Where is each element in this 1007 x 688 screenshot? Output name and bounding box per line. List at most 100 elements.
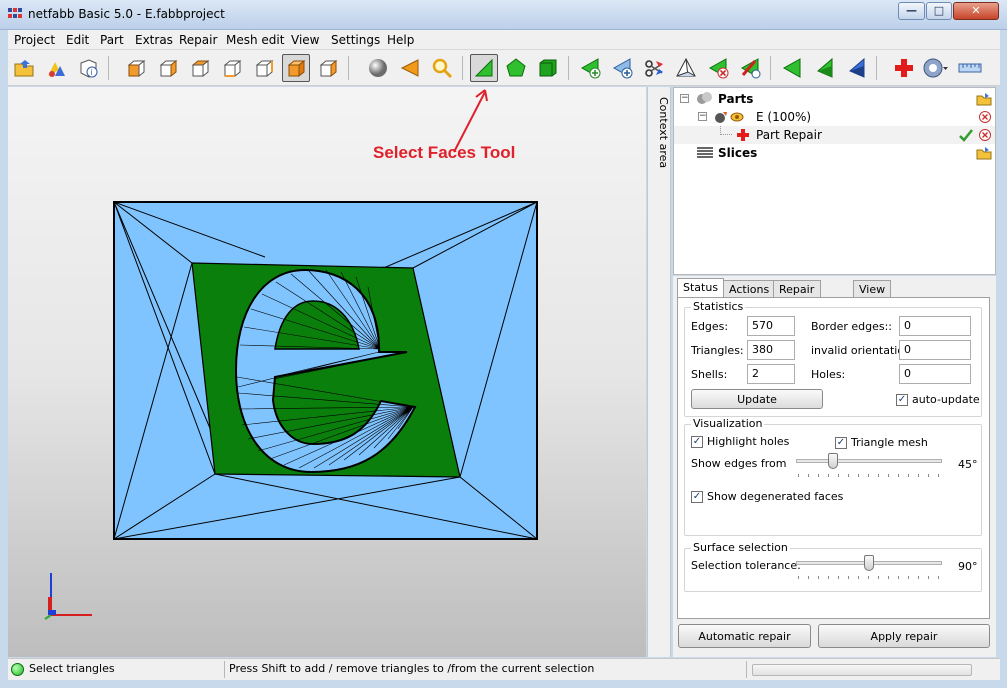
show-edges-slider-thumb[interactable] <box>827 453 838 469</box>
tree-item-slices[interactable]: Slices <box>674 144 995 162</box>
automatic-repair-button[interactable]: Automatic repair <box>678 624 811 648</box>
netfabb-logo-icon <box>8 8 22 20</box>
repair-cross-small-icon <box>737 129 749 141</box>
auto-update-checkbox[interactable]: ✓ <box>896 394 908 406</box>
select-shells-icon[interactable] <box>502 54 530 82</box>
menu-view[interactable]: View <box>287 32 323 48</box>
view-left-icon[interactable] <box>186 54 214 82</box>
view-back-icon[interactable] <box>154 54 182 82</box>
remove-part-icon[interactable] <box>978 110 992 124</box>
tab-view[interactable]: View <box>853 280 892 298</box>
auto-update-label: auto-update <box>912 393 980 406</box>
triangle-mesh-checkbox[interactable]: ✓ <box>835 437 847 449</box>
folder-open-icon[interactable] <box>976 146 992 160</box>
tree-item-part-repair[interactable]: Part Repair <box>674 126 995 144</box>
add-part-icon[interactable] <box>42 54 70 82</box>
minimize-button[interactable]: — <box>898 2 925 20</box>
tree-item-part-e[interactable]: − E (100%) <box>674 108 995 126</box>
remove-repair-icon[interactable] <box>978 128 992 142</box>
status-ok-icon <box>11 663 24 676</box>
tab-status[interactable]: Status <box>677 278 725 299</box>
update-button[interactable]: Update <box>691 389 823 409</box>
context-area-strip[interactable]: Context area <box>647 87 671 657</box>
open-icon[interactable] <box>10 54 38 82</box>
shells-field: 2 <box>747 364 795 384</box>
show-edges-slider-track[interactable] <box>796 459 942 463</box>
minimize-icon: — <box>906 4 917 17</box>
select-triangle-icon[interactable] <box>396 54 424 82</box>
menu-mesh-edit[interactable]: Mesh edit <box>222 32 288 48</box>
holes-label: Holes: <box>811 368 846 381</box>
move-right-icon[interactable] <box>842 54 870 82</box>
invalid-orientation-field: 0 <box>899 340 971 360</box>
slices-icon <box>697 147 713 158</box>
view-bottom-icon[interactable] <box>282 54 310 82</box>
maximize-button[interactable]: □ <box>926 2 952 20</box>
mesh-view[interactable] <box>8 87 646 657</box>
folder-open-icon[interactable] <box>976 92 992 106</box>
ruler-icon[interactable] <box>956 54 984 82</box>
repair-side-panel: Status Actions Repair scripts View Stati… <box>673 276 996 657</box>
view-right-icon[interactable] <box>218 54 246 82</box>
add-triangle-2-icon[interactable] <box>608 54 636 82</box>
checkmark-icon[interactable] <box>958 128 974 142</box>
menu-repair[interactable]: Repair <box>175 32 221 48</box>
collapse-icon[interactable]: − <box>698 112 707 121</box>
status-bar: Select triangles Press Shift to add / re… <box>8 658 1000 680</box>
select-faces-annotation: Select Faces Tool <box>373 143 516 162</box>
selection-tolerance-value: 90° <box>958 560 978 573</box>
holes-field: 0 <box>899 364 971 384</box>
tab-repair-scripts[interactable]: Repair scripts <box>773 280 822 309</box>
add-triangle-icon[interactable] <box>576 54 604 82</box>
selection-tolerance-thumb[interactable] <box>864 555 874 571</box>
menu-help[interactable]: Help <box>383 32 418 48</box>
view-front-icon[interactable] <box>122 54 150 82</box>
gear-menu-icon[interactable] <box>922 54 950 82</box>
tree-slices-label: Slices <box>718 146 758 160</box>
move-left-icon[interactable] <box>778 54 806 82</box>
toolbar-separator <box>108 56 109 80</box>
visibility-eye-icon[interactable] <box>730 110 744 124</box>
measure-icon[interactable] <box>672 54 700 82</box>
apply-repair-button[interactable]: Apply repair <box>818 624 990 648</box>
menu-settings[interactable]: Settings <box>327 32 384 48</box>
select-faces-icon[interactable] <box>470 54 498 82</box>
visualization-title: Visualization <box>691 417 765 430</box>
status-progress-bar <box>752 664 972 676</box>
menu-extras[interactable]: Extras <box>131 32 177 48</box>
toolbar-separator <box>876 56 877 80</box>
highlight-holes-label: Highlight holes <box>707 435 790 448</box>
slider-ticks <box>798 576 942 579</box>
select-zoom-icon[interactable] <box>428 54 456 82</box>
flip-icon[interactable] <box>736 54 764 82</box>
degenerated-faces-checkbox[interactable]: ✓ <box>691 491 703 503</box>
render-sphere-icon[interactable] <box>364 54 392 82</box>
parts-icon <box>697 92 712 104</box>
remove-triangle-icon[interactable] <box>704 54 732 82</box>
tree-part-label: E (100%) <box>756 110 812 124</box>
svg-text:i: i <box>91 68 93 77</box>
show-edges-label: Show edges from <box>691 457 787 470</box>
repair-cross-icon[interactable] <box>890 54 918 82</box>
tree-item-parts[interactable]: − Parts <box>674 90 995 108</box>
collapse-icon[interactable]: − <box>680 94 689 103</box>
menu-edit[interactable]: Edit <box>62 32 93 48</box>
part-info-icon[interactable]: i <box>74 54 102 82</box>
status-divider <box>746 661 747 678</box>
edges-field: 570 <box>747 316 795 336</box>
3d-viewport[interactable]: Select Faces Tool <box>8 87 646 657</box>
close-button[interactable]: ✕ <box>953 2 999 20</box>
move-center-icon[interactable] <box>810 54 838 82</box>
tab-actions[interactable]: Actions <box>723 280 776 298</box>
cut-icon[interactable] <box>640 54 668 82</box>
view-iso-icon[interactable] <box>314 54 342 82</box>
show-edges-value: 45° <box>958 458 978 471</box>
view-top-icon[interactable] <box>250 54 278 82</box>
highlight-holes-checkbox[interactable]: ✓ <box>691 436 703 448</box>
close-icon: ✕ <box>971 4 981 17</box>
toolbar-separator <box>568 56 569 80</box>
triangles-label: Triangles: <box>691 344 744 357</box>
menu-project[interactable]: Project <box>10 32 59 48</box>
select-parts-icon[interactable] <box>534 54 562 82</box>
menu-part[interactable]: Part <box>96 32 128 48</box>
